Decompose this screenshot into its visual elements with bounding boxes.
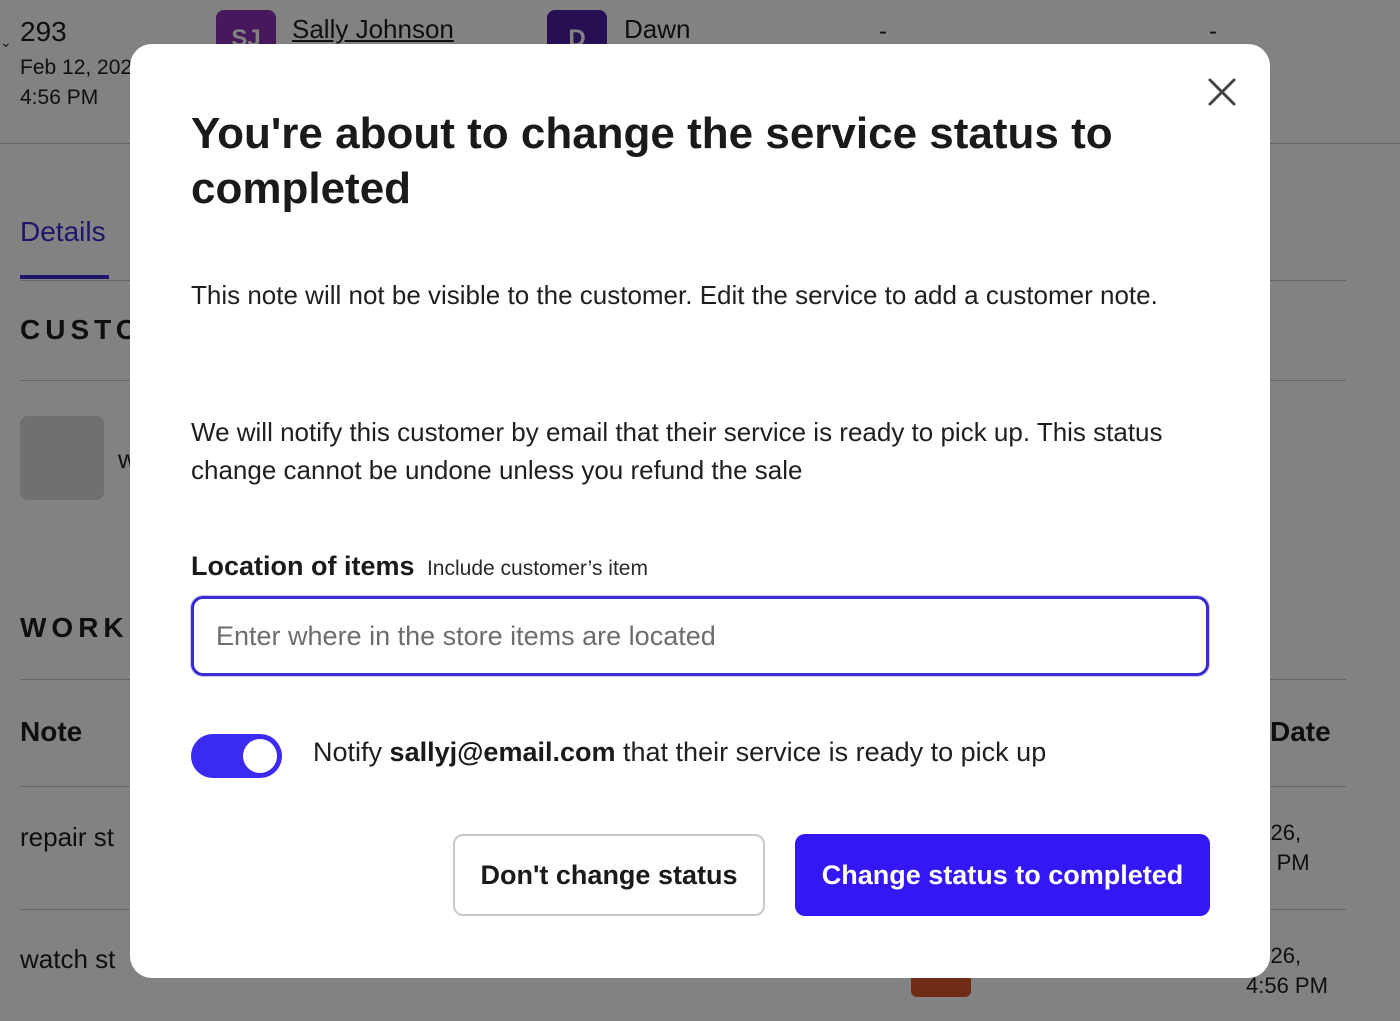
- change-status-dialog: You're about to change the service statu…: [130, 44, 1270, 978]
- location-field-label: Location of items Include customer’s ite…: [191, 551, 648, 582]
- notify-suffix: that their service is ready to pick up: [623, 737, 1047, 767]
- dialog-title: You're about to change the service statu…: [191, 109, 1113, 213]
- notify-prefix: Notify: [313, 737, 383, 767]
- location-hint: Include customer’s item: [426, 557, 648, 580]
- notify-email: sallyj@email.com: [389, 737, 616, 767]
- close-button[interactable]: [1200, 70, 1244, 114]
- close-icon: [1208, 78, 1236, 106]
- dont-change-status-button[interactable]: Don't change status: [453, 834, 765, 916]
- notification-description: We will notify this customer by email th…: [191, 417, 1163, 485]
- change-status-completed-button[interactable]: Change status to completed: [795, 834, 1210, 916]
- location-input[interactable]: [191, 596, 1209, 676]
- notify-toggle[interactable]: [191, 734, 282, 778]
- internal-note-description: This note will not be visible to the cus…: [191, 280, 1158, 310]
- toggle-knob: [243, 739, 277, 773]
- location-label: Location of items: [191, 551, 415, 581]
- notify-label: Notify sallyj@email.com that their servi…: [313, 737, 1046, 768]
